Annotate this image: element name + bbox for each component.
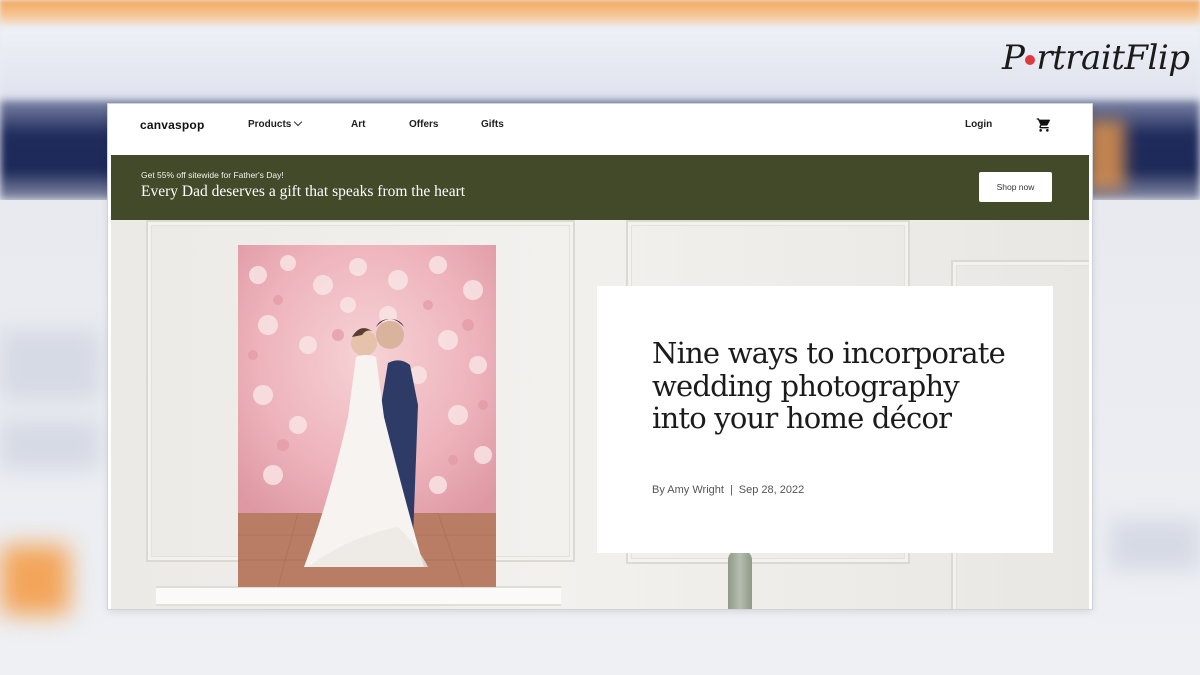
byline-separator: | [729,484,733,496]
cactus-plant [728,550,752,609]
screenshot-stage: PrtraitFlip canvaspop Products Art Offer… [0,0,1200,675]
blurred-background-shape [0,330,100,400]
logo-text-middle: rtrait [1036,38,1125,78]
logo-text-end: Flip [1124,38,1190,78]
login-link[interactable]: Login [965,119,992,130]
promo-banner: Get 55% off sitewide for Father's Day! E… [111,155,1089,220]
site-navbar: canvaspop Products Art Offers Gifts Logi… [108,104,1092,154]
blurred-background-accent [0,545,70,615]
article-byline: By Amy Wright | Sep 28, 2022 [652,484,804,496]
shop-now-button[interactable]: Shop now [979,172,1052,202]
nav-item-gifts[interactable]: Gifts [481,119,504,130]
logo-text-start: P [1002,38,1025,78]
site-brand-logo[interactable]: canvaspop [140,118,205,132]
cart-icon[interactable] [1036,117,1052,133]
wedding-photo [238,245,496,587]
website-window: canvaspop Products Art Offers Gifts Logi… [108,104,1092,609]
article-date: Sep 28, 2022 [738,484,805,496]
promo-small-text: Get 55% off sitewide for Father's Day! [141,170,284,180]
blurred-background-top [0,0,1200,28]
wedding-canvas-print [238,245,496,587]
chevron-down-icon [294,117,303,127]
promo-headline: Every Dad deserves a gift that speaks fr… [141,183,466,200]
article-author: By Amy Wright [652,484,724,496]
nav-item-products[interactable]: Products [248,117,303,130]
mantel-shelf [156,586,561,606]
blurred-background-shape [1110,520,1200,570]
nav-item-label: Products [248,119,292,130]
logo-dot-icon [1025,55,1036,65]
article-title[interactable]: Nine ways to incorporate wedding photogr… [652,337,1012,435]
hero-section: Nine ways to incorporate wedding photogr… [111,220,1089,609]
portraitflip-logo: PrtraitFlip [1002,38,1190,78]
nav-item-art[interactable]: Art [351,119,365,130]
blurred-background-shape [0,420,100,470]
nav-item-offers[interactable]: Offers [409,119,438,130]
article-card[interactable]: Nine ways to incorporate wedding photogr… [597,286,1053,553]
